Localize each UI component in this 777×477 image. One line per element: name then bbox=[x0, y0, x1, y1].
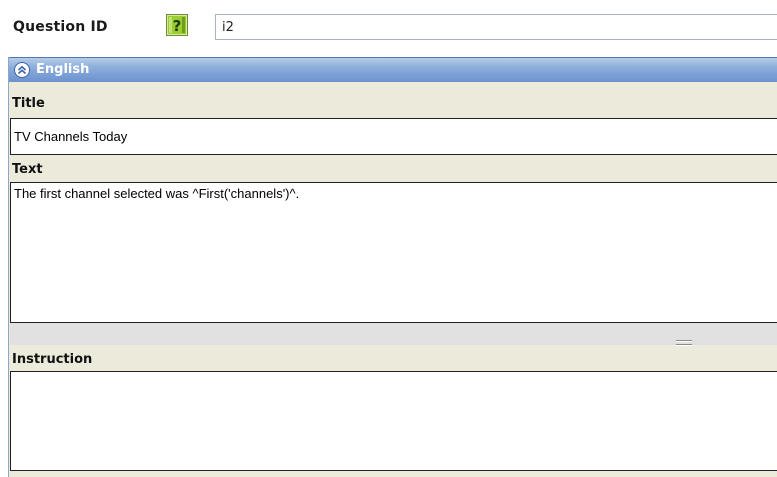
title-field[interactable] bbox=[10, 118, 777, 155]
instruction-field[interactable] bbox=[10, 371, 777, 471]
question-id-input[interactable] bbox=[215, 14, 777, 40]
svg-text:?: ? bbox=[173, 17, 182, 35]
question-id-label: Question ID bbox=[13, 19, 108, 35]
text-label: Text bbox=[12, 162, 43, 177]
text-field[interactable]: The first channel selected was ^First('c… bbox=[10, 182, 777, 323]
title-label: Title bbox=[12, 96, 45, 111]
language-name: English bbox=[36, 62, 90, 77]
language-header[interactable]: English bbox=[9, 57, 777, 82]
instruction-label: Instruction bbox=[12, 352, 93, 367]
language-panel: English Title Text The first channel sel… bbox=[8, 57, 777, 477]
chevron-double-up-icon[interactable] bbox=[13, 61, 31, 79]
resize-grip-icon[interactable] bbox=[674, 331, 694, 346]
help-icon[interactable]: ? bbox=[166, 14, 188, 36]
text-resize-strip[interactable] bbox=[10, 323, 777, 346]
